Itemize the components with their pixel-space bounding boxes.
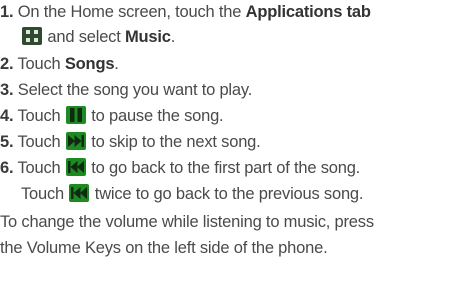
step-number: 5. — [0, 133, 14, 151]
pause-icon — [65, 106, 86, 124]
step-text: and select — [47, 28, 125, 46]
step-bold: Applications tab — [245, 3, 371, 21]
instructions: 1. On the Home screen, touch the Applica… — [0, 0, 475, 306]
previous-track-icon — [65, 158, 86, 176]
step-5: 5. Touch to skip to the next song. — [0, 132, 261, 151]
step-1: 1. On the Home screen, touch the Applica… — [0, 0, 371, 24]
step-6-cont: Touch twice to go back to the previous s… — [21, 184, 364, 203]
step-1-cont: and select Music. — [21, 25, 175, 49]
step-bold: Music — [125, 28, 171, 46]
step-number: 2. — [0, 55, 14, 73]
volume-note-line-1: To change the volume while listening to … — [0, 213, 374, 231]
step-number: 4. — [0, 107, 14, 125]
volume-note-line-2: the Volume Keys on the left side of the … — [0, 239, 328, 257]
next-track-icon — [65, 132, 86, 150]
step-4: 4. Touch to pause the song. — [0, 106, 224, 125]
step-2: 2. Touch Songs. — [0, 55, 119, 73]
step-bold: Songs — [64, 55, 115, 73]
previous-track-icon — [69, 184, 90, 202]
step-3: 3. Select the song you want to play. — [0, 81, 253, 99]
step-6: 6. Touch to go back to the first part of… — [0, 158, 361, 177]
step-number: 3. — [0, 81, 14, 99]
step-number: 6. — [0, 159, 14, 177]
step-text: On the Home screen, touch the — [13, 3, 246, 21]
step-number: 1. — [0, 3, 14, 21]
applications-tab-icon — [22, 27, 42, 45]
